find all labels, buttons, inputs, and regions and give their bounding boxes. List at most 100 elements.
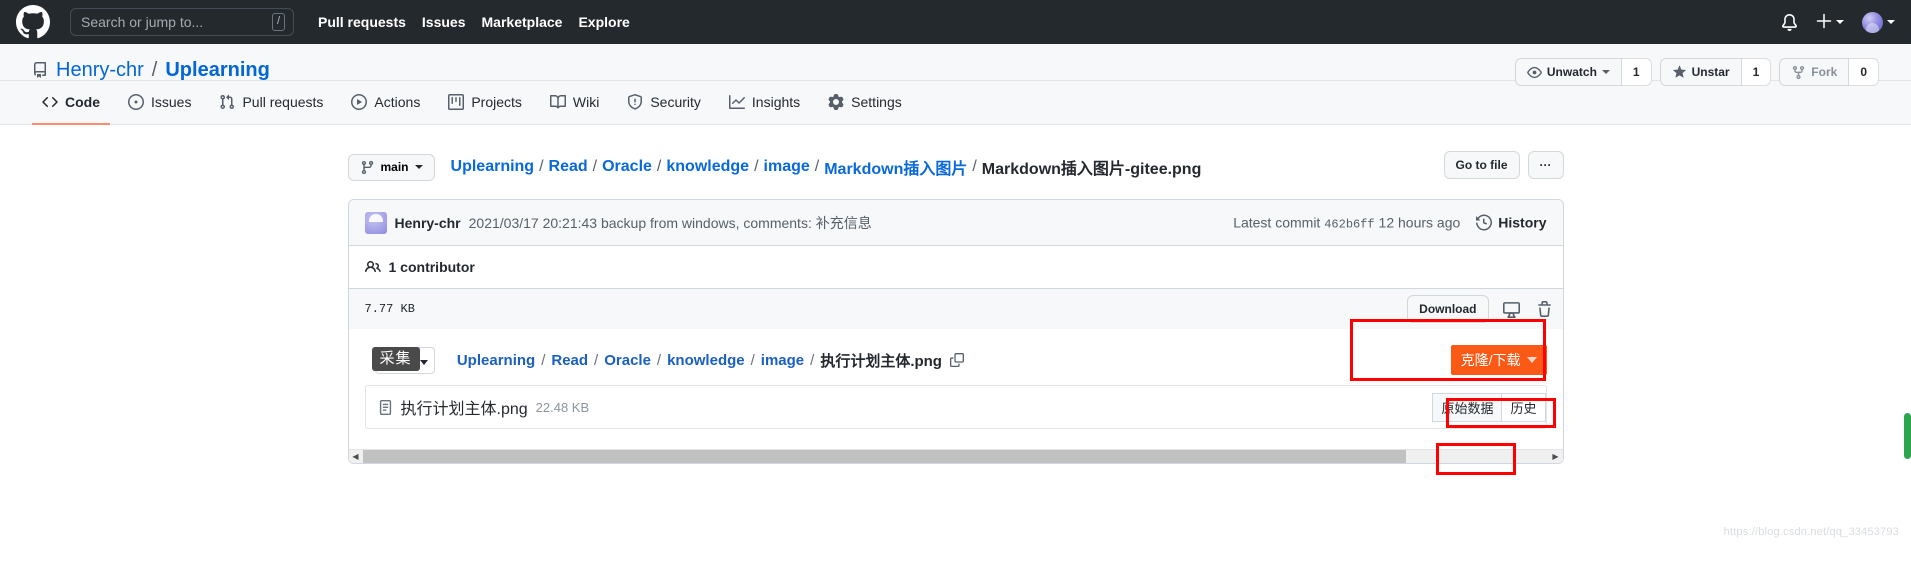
- avatar[interactable]: [364, 211, 387, 234]
- github-mark-icon[interactable]: [16, 5, 50, 39]
- code-icon: [42, 94, 58, 110]
- search-box[interactable]: /: [70, 8, 294, 36]
- embedded-branch-selector[interactable]: main 采集: [371, 346, 435, 374]
- branch-selector-button[interactable]: main: [347, 153, 435, 181]
- commit-sha[interactable]: 462b6ff: [1324, 217, 1374, 231]
- breadcrumb-separator: /: [541, 351, 546, 369]
- clone-download-button[interactable]: 克隆/下载: [1450, 345, 1547, 375]
- trash-icon[interactable]: [1534, 299, 1555, 320]
- horizontal-scrollbar[interactable]: ◀ ▶: [348, 449, 1563, 464]
- watch-count: 1: [1621, 58, 1652, 86]
- project-icon: [448, 94, 465, 110]
- tab-label: Pull requests: [242, 94, 324, 110]
- breadcrumb-link-uplearning[interactable]: Uplearning: [451, 158, 535, 176]
- breadcrumb-separator: /: [594, 351, 599, 369]
- chevron-down-icon: [1836, 20, 1844, 24]
- latest-commit-info: Latest commit 462b6ff 12 hours ago: [1233, 214, 1460, 231]
- embedded-crumb-oracle[interactable]: Oracle: [604, 352, 651, 369]
- embedded-crumb-uplearning[interactable]: Uplearning: [457, 352, 535, 369]
- user-menu[interactable]: [1862, 11, 1895, 33]
- breadcrumb-separator: /: [656, 351, 662, 369]
- nav-pull-requests[interactable]: Pull requests: [318, 14, 406, 30]
- device-desktop-icon[interactable]: [1501, 299, 1522, 320]
- embedded-file-name-group[interactable]: 执行计划主体.png: [378, 395, 528, 419]
- tab-label: Insights: [751, 94, 801, 110]
- contributors-row[interactable]: 1 contributor: [348, 246, 1563, 289]
- nav-marketplace[interactable]: Marketplace: [482, 14, 563, 30]
- watch-button-group: Unwatch 1: [1514, 58, 1652, 86]
- embedded-crumb-image[interactable]: image: [761, 352, 804, 369]
- embedded-file-name: 执行计划主体.png: [400, 401, 528, 418]
- go-to-file-button[interactable]: Go to file: [1443, 151, 1520, 179]
- breadcrumb-link-markdown-folder[interactable]: Markdown插入图片: [824, 155, 967, 179]
- scrollbar-thumb[interactable]: [362, 449, 1407, 463]
- graph-icon: [728, 94, 745, 110]
- scrollbar-track[interactable]: [362, 449, 1549, 463]
- nav-issues[interactable]: Issues: [422, 14, 466, 30]
- breadcrumb-link-image[interactable]: image: [764, 158, 810, 176]
- breadcrumb-separator: /: [750, 351, 755, 369]
- embedded-file-actions: 原始数据 历史: [1432, 386, 1546, 428]
- repo-owner-link[interactable]: Henry-chr: [56, 60, 144, 80]
- contributors-label: 1 contributor: [388, 259, 475, 275]
- history-link[interactable]: History: [1476, 214, 1547, 231]
- unwatch-button[interactable]: Unwatch: [1514, 58, 1622, 86]
- repo-icon: [32, 62, 48, 78]
- tab-wiki[interactable]: Wiki: [540, 81, 609, 125]
- page-body: main Uplearning / Read / Oracle / knowle…: [0, 125, 1911, 556]
- fork-button-group: Fork 0: [1779, 58, 1879, 86]
- tab-label: Actions: [374, 94, 421, 110]
- people-icon: [364, 259, 381, 275]
- breadcrumb-link-knowledge[interactable]: knowledge: [666, 158, 749, 176]
- tab-issues[interactable]: Issues: [118, 81, 201, 125]
- tab-pull-requests[interactable]: Pull requests: [209, 81, 333, 125]
- embedded-file-size: 22.48 KB: [535, 399, 590, 415]
- tab-label: Issues: [151, 94, 192, 110]
- commit-author-link[interactable]: Henry-chr: [395, 215, 461, 231]
- tab-label: Security: [650, 94, 701, 110]
- capture-overlay-badge: 采集: [371, 346, 420, 371]
- breadcrumb-separator: /: [972, 158, 977, 175]
- play-icon: [351, 94, 368, 110]
- embedded-crumb-read[interactable]: Read: [551, 352, 588, 369]
- breadcrumb-current-file: Markdown插入图片-gitee.png: [981, 161, 1202, 178]
- fork-button[interactable]: Fork: [1779, 58, 1850, 86]
- git-branch-icon: [360, 160, 375, 175]
- tab-insights[interactable]: Insights: [719, 81, 810, 125]
- commit-message: 2021/03/17 20:21:43 backup from windows,…: [468, 214, 872, 231]
- embedded-path-row: main 采集 Uplearning / Read / Oracle / kno…: [365, 343, 1547, 377]
- history-icon: [1476, 214, 1493, 231]
- tab-code[interactable]: Code: [32, 81, 110, 125]
- breadcrumb-separator: /: [539, 158, 544, 175]
- embedded-history-button[interactable]: 历史: [1502, 392, 1546, 422]
- unstar-label: Unstar: [1691, 65, 1730, 79]
- search-shortcut-badge: /: [271, 13, 285, 31]
- nav-explore[interactable]: Explore: [578, 14, 629, 30]
- file-path-actions: Go to file ···: [1443, 151, 1564, 179]
- breadcrumb-link-oracle[interactable]: Oracle: [602, 158, 652, 176]
- download-button[interactable]: Download: [1407, 295, 1489, 323]
- raw-data-button[interactable]: 原始数据: [1432, 392, 1503, 422]
- content-column: main Uplearning / Read / Oracle / knowle…: [347, 151, 1564, 475]
- search-input[interactable]: [79, 13, 266, 31]
- copy-icon[interactable]: [949, 353, 964, 367]
- commit-relative-time: 12 hours ago: [1378, 214, 1461, 230]
- create-new-menu[interactable]: [1816, 13, 1844, 32]
- tab-actions[interactable]: Actions: [341, 81, 430, 125]
- tab-security[interactable]: Security: [617, 81, 711, 125]
- vertical-scrollbar-thumb[interactable]: [1904, 413, 1911, 459]
- breadcrumb-separator: /: [754, 158, 759, 175]
- tab-projects[interactable]: Projects: [438, 81, 532, 125]
- bell-icon[interactable]: [1781, 13, 1798, 31]
- more-options-button[interactable]: ···: [1527, 151, 1564, 179]
- breadcrumb-separator: /: [656, 158, 662, 175]
- repo-name-link[interactable]: Uplearning: [165, 60, 269, 80]
- tab-settings[interactable]: Settings: [818, 81, 912, 125]
- scroll-right-arrow-icon[interactable]: ▶: [1549, 450, 1563, 464]
- shield-icon: [627, 94, 643, 110]
- breadcrumb-link-read[interactable]: Read: [549, 158, 588, 176]
- scroll-left-arrow-icon[interactable]: ◀: [349, 450, 363, 464]
- unstar-button[interactable]: Unstar: [1659, 58, 1742, 86]
- embedded-crumb-knowledge[interactable]: knowledge: [667, 352, 745, 369]
- embedded-crumb-current-file: 执行计划主体.png: [820, 352, 942, 370]
